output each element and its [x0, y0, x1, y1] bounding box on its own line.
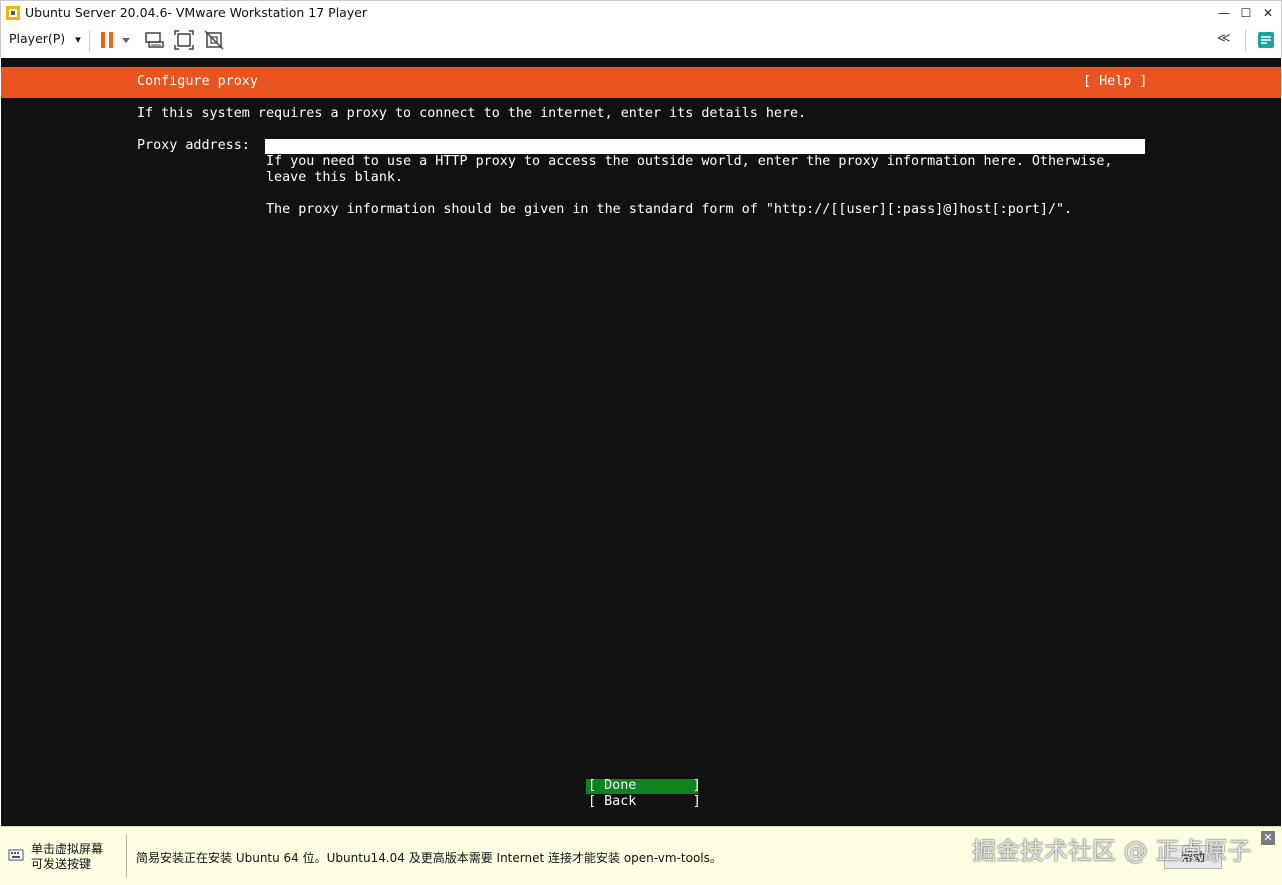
player-toolbar: Player(P) ▾ ≪ [0, 24, 1282, 57]
hint-line-1: 单击虚拟屏幕 [31, 842, 104, 856]
info-bar-divider [126, 835, 127, 877]
vm-console-screen[interactable]: Configure proxy [ Help ] If this system … [1, 58, 1281, 826]
fullscreen-icon[interactable] [173, 29, 195, 51]
unity-mode-icon[interactable] [203, 29, 225, 51]
close-button[interactable]: ✕ [1257, 3, 1279, 23]
click-screen-hint: 单击虚拟屏幕 可发送按键 [31, 842, 103, 872]
toolbar-divider [1245, 30, 1246, 52]
close-info-bar-icon[interactable]: ✕ [1261, 831, 1275, 845]
message-log-icon[interactable] [1255, 29, 1277, 51]
back-button[interactable]: [ Back ] [588, 794, 701, 809]
proxy-help-line-2: leave this blank. [266, 170, 404, 185]
pause-icon[interactable] [97, 29, 119, 51]
send-ctrl-alt-del-icon[interactable] [143, 29, 165, 51]
watermark: 掘金技术社区 @ 正点原子 [972, 837, 1252, 865]
vm-info-bar: 单击虚拟屏幕 可发送按键 简易安装正在安装 Ubuntu 64 位。Ubuntu… [0, 826, 1282, 885]
proxy-help-line-3: The proxy information should be given in… [266, 202, 1073, 217]
installer-header-title: Configure proxy [137, 74, 258, 89]
maximize-button[interactable]: ☐ [1235, 3, 1257, 23]
pause-dropdown-icon[interactable] [119, 29, 133, 51]
done-button[interactable]: [ Done ] [588, 778, 701, 793]
keyboard-icon [8, 849, 24, 861]
proxy-address-label: Proxy address: [137, 138, 250, 153]
chevron-down-icon: ▾ [75, 33, 81, 46]
player-menu[interactable]: Player(P) ▾ [9, 31, 81, 46]
window-title: Ubuntu Server 20.04.6- VMware Workstatio… [25, 5, 368, 20]
proxy-address-input[interactable] [265, 139, 1145, 154]
window-titlebar: Ubuntu Server 20.04.6- VMware Workstatio… [0, 0, 1282, 24]
player-menu-label: Player(P) [9, 31, 66, 46]
proxy-help-line-1: If you need to use a HTTP proxy to acces… [266, 154, 1113, 169]
intro-text: If this system requires a proxy to conne… [137, 106, 807, 121]
minimize-button[interactable]: — [1213, 3, 1235, 23]
toolbar-divider [89, 30, 90, 52]
easy-install-message: 简易安装正在安装 Ubuntu 64 位。Ubuntu14.04 及更高版本需要… [136, 851, 722, 865]
collapse-toolbar-icon[interactable]: ≪ [1217, 31, 1231, 46]
help-button[interactable]: [ Help ] [1083, 74, 1148, 89]
vmware-app-icon [6, 6, 20, 20]
hint-line-2: 可发送按键 [31, 857, 92, 871]
